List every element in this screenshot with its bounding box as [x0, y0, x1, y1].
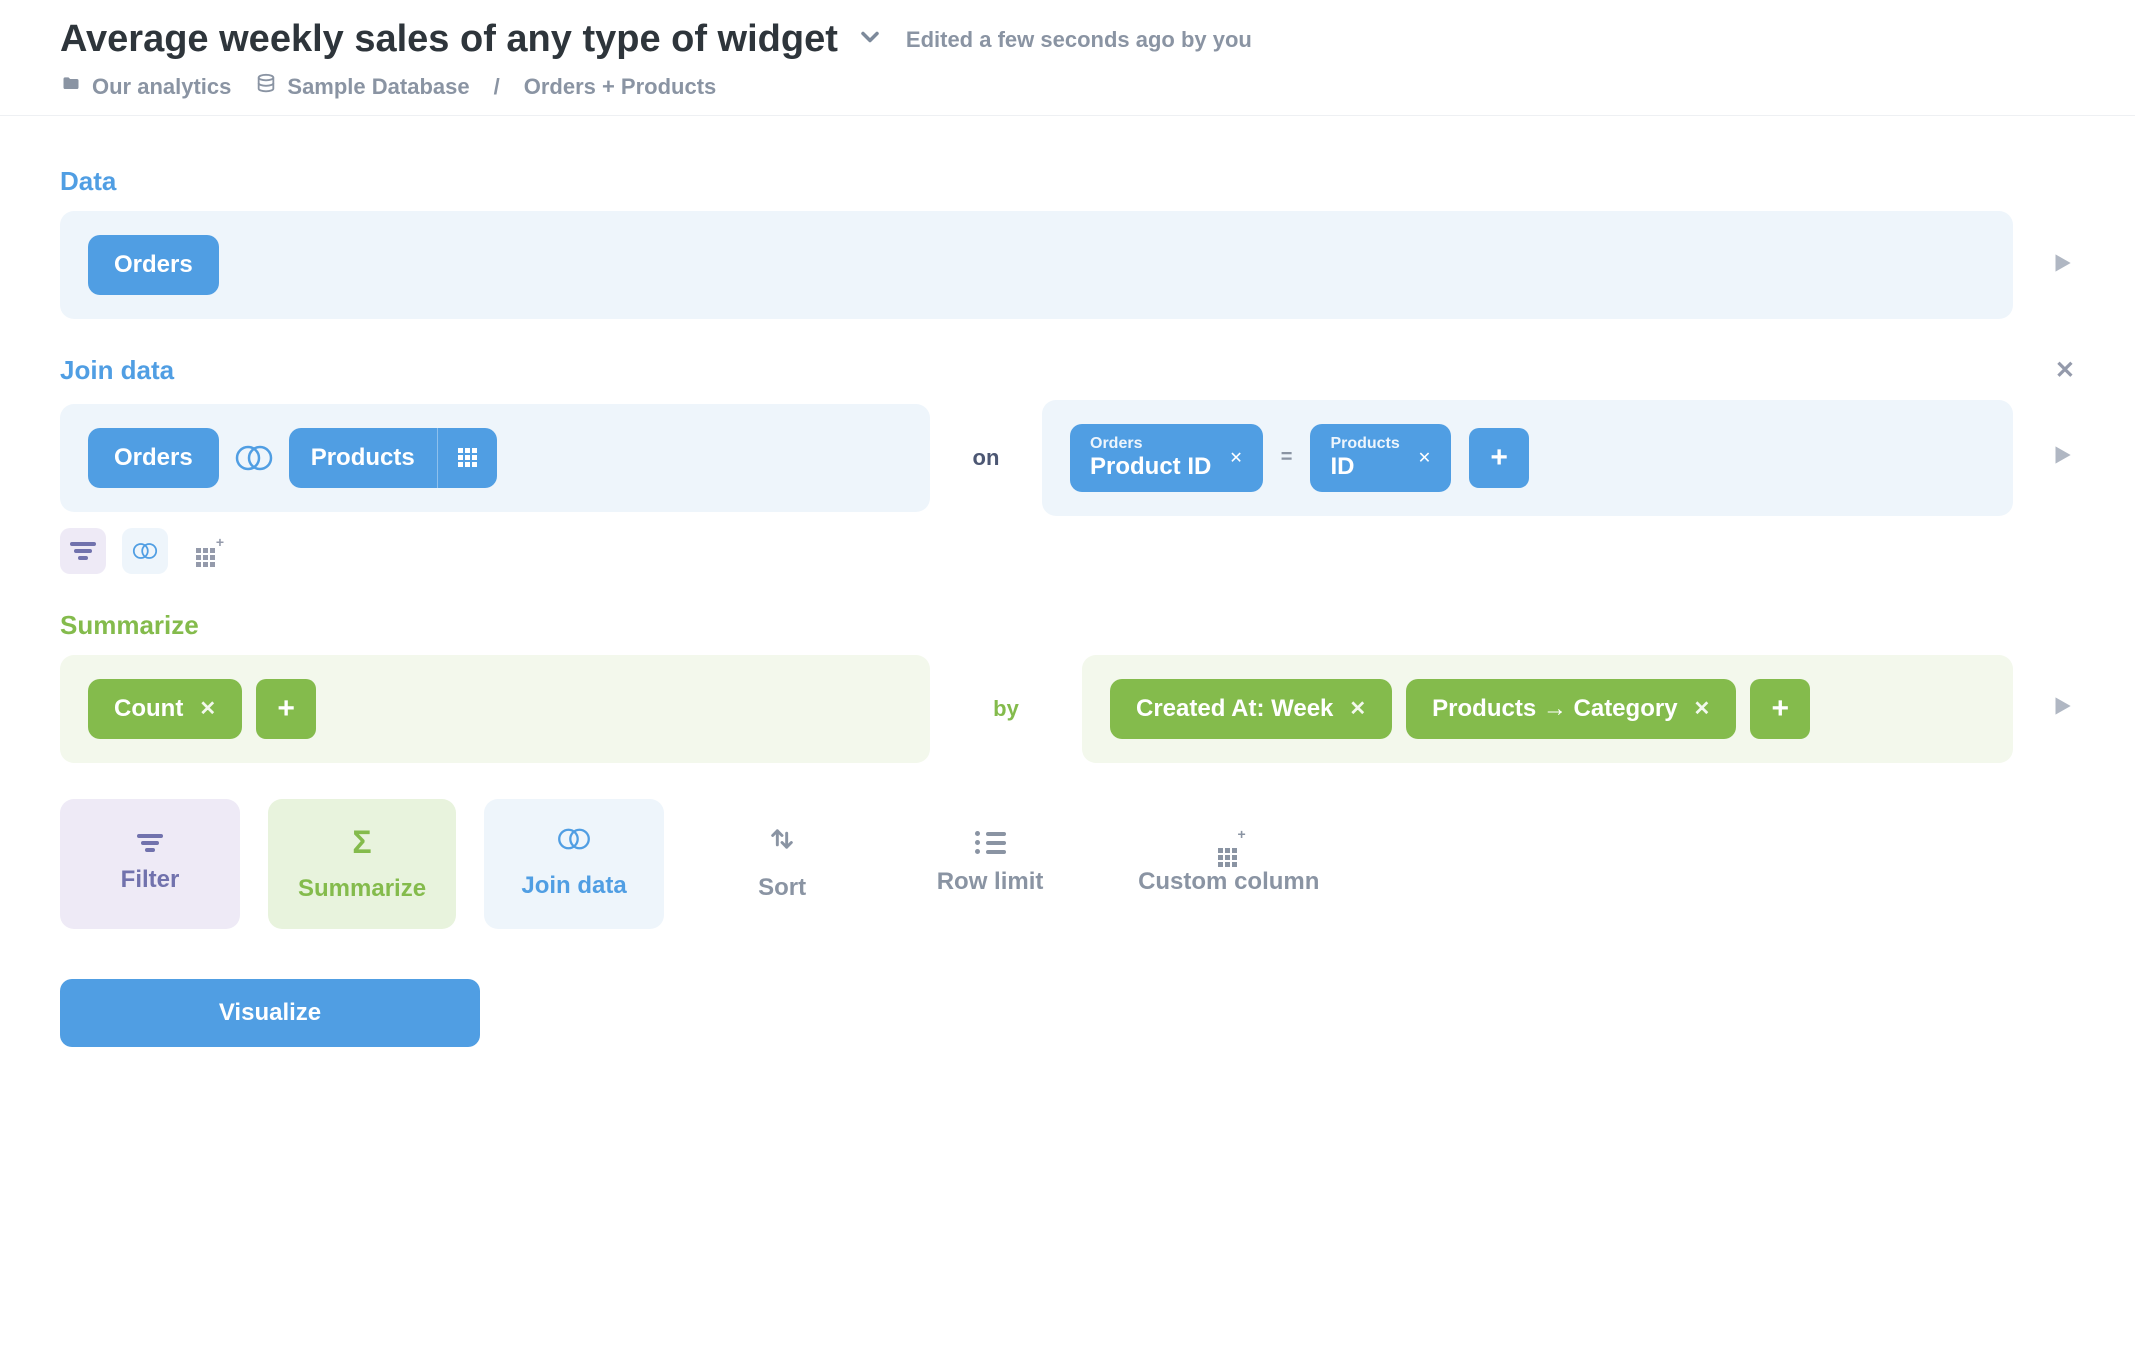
action-join-button[interactable]: Join data: [484, 799, 664, 929]
action-filter-button[interactable]: Filter: [60, 799, 240, 929]
remove-breakout-0-button[interactable]: ✕: [1349, 696, 1366, 721]
aggregation-pill[interactable]: Count ✕: [88, 679, 242, 739]
visualize-button[interactable]: Visualize: [60, 979, 480, 1047]
action-filter-label: Filter: [121, 866, 180, 894]
breakout-label-1: Products → Category: [1432, 695, 1677, 723]
section-data-title: Data: [60, 166, 116, 197]
action-rowlimit-button[interactable]: Row limit: [900, 799, 1080, 929]
action-rowlimit-label: Row limit: [937, 868, 1044, 896]
action-summarize-label: Summarize: [298, 875, 426, 903]
action-summarize-button[interactable]: Σ Summarize: [268, 799, 456, 929]
action-sort-label: Sort: [758, 874, 806, 902]
venn-icon[interactable]: [233, 437, 275, 479]
action-customcolumn-button[interactable]: + Custom column: [1108, 799, 1349, 929]
action-sort-button[interactable]: Sort: [692, 799, 872, 929]
join-right-key-table: Products: [1330, 434, 1399, 453]
join-condition-box: Orders Product ID ✕ = Products ID ✕ +: [1042, 400, 2013, 516]
folder-icon: [60, 74, 82, 100]
join-right-key-pill[interactable]: Products ID ✕: [1310, 424, 1451, 492]
aggregation-label: Count: [114, 695, 183, 723]
database-icon: [255, 73, 277, 101]
breadcrumb-collection-label: Our analytics: [92, 74, 231, 100]
breadcrumb: Our analytics Sample Database / Orders +…: [60, 73, 2075, 101]
join-left-key-field: Product ID: [1090, 453, 1211, 482]
join-on-word: on: [966, 445, 1006, 471]
data-source-label: Orders: [114, 251, 193, 279]
breakout-pill-0[interactable]: Created At: Week ✕: [1110, 679, 1392, 739]
breakout-pill-1[interactable]: Products → Category ✕: [1406, 679, 1736, 739]
edited-by: Edited a few seconds ago by you: [906, 27, 1252, 53]
preview-join-button[interactable]: [2049, 442, 2075, 473]
remove-aggregation-button[interactable]: ✕: [199, 696, 216, 721]
add-aggregation-button[interactable]: +: [256, 679, 316, 739]
summarize-by-word: by: [966, 696, 1046, 722]
add-breakout-button[interactable]: +: [1750, 679, 1810, 739]
mini-custom-column-button[interactable]: +: [184, 528, 230, 574]
breadcrumb-separator: /: [494, 74, 500, 100]
sigma-icon: Σ: [352, 824, 371, 861]
join-left-box: Orders Products: [60, 404, 930, 512]
venn-icon: [555, 827, 593, 858]
preview-summarize-button[interactable]: [2049, 693, 2075, 724]
filter-icon: [137, 834, 163, 852]
data-source-pill[interactable]: Orders: [88, 235, 219, 295]
join-right-key-field: ID: [1330, 453, 1399, 482]
join-left-table-pill[interactable]: Orders: [88, 428, 219, 488]
breadcrumb-table[interactable]: Orders + Products: [524, 74, 717, 100]
action-customcolumn-label: Custom column: [1138, 868, 1319, 896]
summarize-agg-box: Count ✕ +: [60, 655, 930, 763]
preview-data-button[interactable]: [2049, 250, 2075, 281]
rowlimit-icon: [975, 831, 1006, 854]
breadcrumb-database[interactable]: Sample Database: [255, 73, 469, 101]
join-right-table-label: Products: [289, 428, 437, 488]
visualize-label: Visualize: [219, 999, 321, 1027]
join-equals: =: [1281, 446, 1293, 469]
action-row: Filter Σ Summarize Join data Sort: [60, 799, 2075, 929]
join-columns-button[interactable]: [437, 428, 497, 488]
remove-breakout-1-button[interactable]: ✕: [1694, 696, 1711, 721]
join-left-key-pill[interactable]: Orders Product ID ✕: [1070, 424, 1263, 492]
mini-filter-button[interactable]: [60, 528, 106, 574]
header: Average weekly sales of any type of widg…: [0, 0, 2135, 116]
breadcrumb-table-label: Orders + Products: [524, 74, 717, 100]
section-summarize: Summarize Count ✕ + by Created At: Week …: [60, 610, 2075, 763]
remove-join-button[interactable]: ✕: [2055, 356, 2075, 385]
grid-icon: [458, 448, 477, 467]
add-join-condition-button[interactable]: +: [1469, 428, 1529, 488]
breadcrumb-database-label: Sample Database: [287, 74, 469, 100]
filter-icon: [70, 542, 96, 560]
join-right-table-pill[interactable]: Products: [289, 428, 497, 488]
page-title-row: Average weekly sales of any type of widg…: [60, 18, 884, 61]
summarize-breakout-box: Created At: Week ✕ Products → Category ✕…: [1082, 655, 2013, 763]
sort-icon: [768, 825, 796, 860]
section-join: Join data ✕ Orders Products: [60, 355, 2075, 574]
chevron-down-icon[interactable]: [856, 18, 884, 61]
breakout-label-0: Created At: Week: [1136, 695, 1333, 723]
page-title[interactable]: Average weekly sales of any type of widg…: [60, 18, 838, 61]
data-box: Orders: [60, 211, 2013, 319]
action-join-label: Join data: [521, 872, 626, 900]
section-summarize-title: Summarize: [60, 610, 199, 641]
join-left-key-table: Orders: [1090, 434, 1211, 453]
breadcrumb-collection[interactable]: Our analytics: [60, 74, 231, 100]
grid-plus-icon: +: [1218, 832, 1240, 854]
join-left-table-label: Orders: [114, 444, 193, 472]
join-mini-tools: +: [60, 528, 2075, 574]
mini-join-button[interactable]: [122, 528, 168, 574]
remove-right-key-button[interactable]: ✕: [1418, 448, 1431, 468]
grid-plus-icon: +: [196, 540, 218, 562]
section-join-title: Join data: [60, 355, 174, 386]
section-data: Data Orders: [60, 166, 2075, 319]
remove-left-key-button[interactable]: ✕: [1229, 448, 1242, 468]
